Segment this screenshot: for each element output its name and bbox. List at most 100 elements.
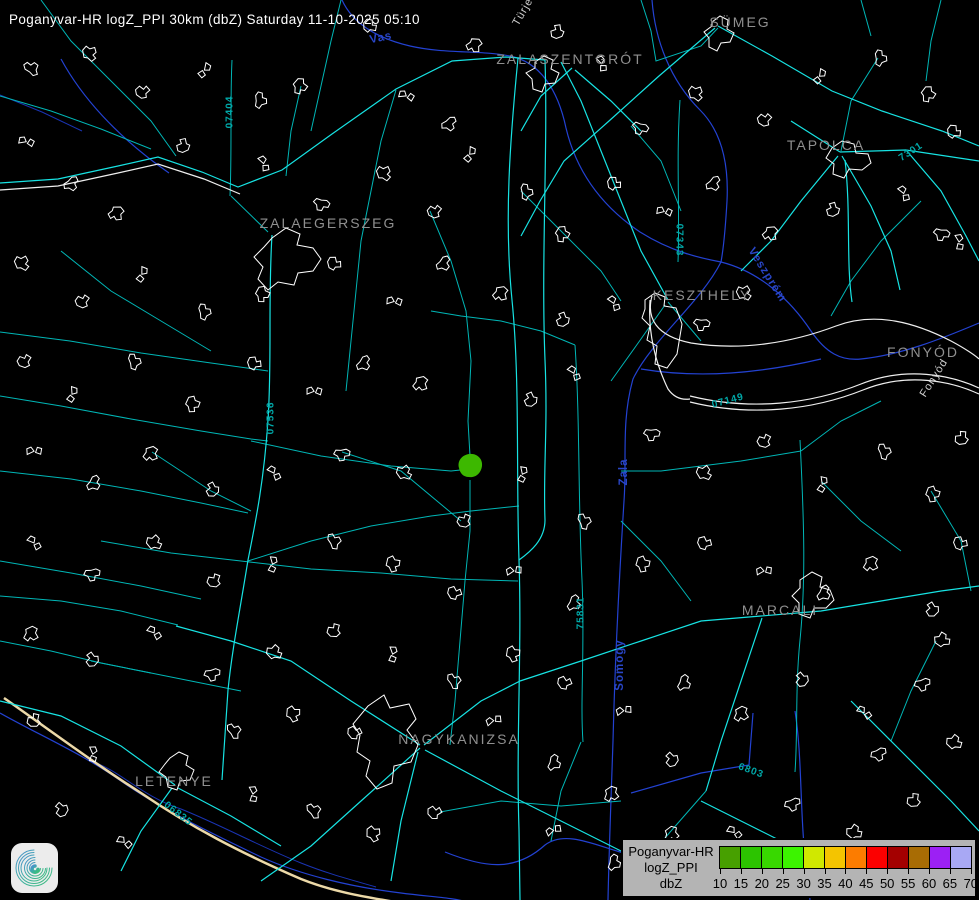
settlement-glyph xyxy=(566,365,582,381)
radar-map-canvas xyxy=(0,0,979,900)
settlement-glyph xyxy=(817,585,830,600)
settlement-glyph xyxy=(17,132,36,151)
settlement-glyph xyxy=(53,802,70,819)
settlement-glyph xyxy=(860,554,881,575)
map-label-counties: Zala xyxy=(618,458,630,485)
settlement-glyph xyxy=(74,293,90,309)
legend-station-name: Poganyvar-HR xyxy=(628,844,713,860)
legend-color-cell xyxy=(846,847,866,868)
settlement-glyph xyxy=(107,205,126,223)
settlement-glyph xyxy=(313,195,331,212)
settlement-glyph xyxy=(267,466,282,481)
settlement-glyph xyxy=(913,673,933,693)
settlement-glyph xyxy=(326,623,340,637)
settlement-glyph xyxy=(923,601,941,619)
settlement-glyph xyxy=(905,792,921,808)
settlement-glyph xyxy=(513,464,532,483)
spiral-cyclone-icon xyxy=(14,846,55,890)
settlement-glyph xyxy=(731,704,752,725)
settlement-glyph xyxy=(461,145,479,163)
legend-tick-mark xyxy=(971,869,972,874)
settlement-glyph xyxy=(83,564,103,583)
settlement-glyph xyxy=(397,86,416,105)
white-road-layer xyxy=(0,164,979,410)
settlement-glyph xyxy=(869,743,888,763)
settlement-glyph xyxy=(445,583,463,601)
legend-colorbar xyxy=(719,846,972,869)
legend-color-cell xyxy=(783,847,803,868)
settlement-glyph xyxy=(521,391,539,409)
settlement-glyph xyxy=(484,711,503,730)
settlement-glyph xyxy=(203,664,223,684)
map-label-counties: Somogy xyxy=(614,639,626,690)
settlement-glyph xyxy=(224,722,243,740)
legend-tick-label: 50 xyxy=(880,876,894,891)
settlement-glyph xyxy=(757,434,771,448)
settlement-glyph xyxy=(823,201,841,219)
legend-tick-mark xyxy=(929,869,930,874)
legend-station-info: Poganyvar-HR logZ_PPI dbZ xyxy=(623,840,719,896)
map-label-places: SÜMEG xyxy=(709,14,770,30)
settlement-glyph xyxy=(144,532,165,553)
settlement-glyph xyxy=(686,83,706,104)
legend-tick-label: 20 xyxy=(755,876,769,891)
settlement-glyph xyxy=(553,311,571,329)
settlement-glyph xyxy=(124,351,144,371)
provider-logo xyxy=(11,843,58,893)
settlement-glyph xyxy=(695,533,713,551)
settlement-glyph xyxy=(654,202,674,222)
settlement-glyph xyxy=(705,174,722,192)
settlement-glyph xyxy=(944,732,965,752)
settlement-glyph xyxy=(614,701,633,720)
legend-tick-mark xyxy=(950,869,951,874)
legend-tick-mark xyxy=(741,869,742,874)
map-label-roads: 07343 xyxy=(674,224,685,257)
settlement-glyph xyxy=(285,705,302,723)
settlement-glyph xyxy=(356,354,371,371)
settlement-glyph xyxy=(636,556,650,572)
radar-viewer: { "title": "Poganyvar-HR logZ_PPI 30km (… xyxy=(0,0,979,900)
legend-scale: 10152025303540455055606570 xyxy=(719,869,972,895)
map-label-places: MARCALI xyxy=(742,602,818,618)
settlement-glyph xyxy=(173,137,191,155)
settlement-glyph xyxy=(953,430,969,446)
settlement-glyph xyxy=(632,119,650,135)
legend-color-cell xyxy=(867,847,887,868)
settlement-glyph xyxy=(545,821,563,839)
map-label-places: KESZTHELY xyxy=(653,287,752,303)
settlement-glyph xyxy=(207,574,220,587)
legend-tick-label: 60 xyxy=(922,876,936,891)
settlement-glyph xyxy=(185,395,201,413)
legend-tick-mark xyxy=(908,869,909,874)
settlement-glyph xyxy=(323,531,343,550)
settlement-glyph xyxy=(951,534,969,552)
settlement-glyph xyxy=(754,561,774,581)
settlement-glyph xyxy=(133,83,150,100)
legend-color-cell xyxy=(762,847,782,868)
legend-panel: Poganyvar-HR logZ_PPI dbZ 10152025303540… xyxy=(621,838,977,898)
settlement-glyph xyxy=(548,23,566,41)
settlement-glyph xyxy=(811,68,828,85)
legend-tick-mark xyxy=(783,869,784,874)
settlement-glyph xyxy=(573,511,593,530)
settlement-glyph xyxy=(194,301,214,321)
settlement-glyph xyxy=(365,824,383,843)
legend-product-name: logZ_PPI xyxy=(644,860,697,876)
settlement-glyph xyxy=(325,254,342,271)
legend-tick-label: 15 xyxy=(734,876,748,891)
settlement-glyph xyxy=(643,424,662,443)
settlement-glyph xyxy=(386,556,401,573)
legend-tick-label: 45 xyxy=(859,876,873,891)
legend-tick-label: 65 xyxy=(943,876,957,891)
settlement-glyph xyxy=(555,673,573,691)
settlement-glyph xyxy=(83,744,103,764)
settlement-glyph xyxy=(12,252,33,273)
map-label-roads: 75831 xyxy=(576,597,587,630)
legend-tick-mark xyxy=(720,869,721,874)
settlement-glyph xyxy=(663,751,680,768)
legend-tick-label: 70 xyxy=(964,876,978,891)
settlement-glyph xyxy=(264,642,285,662)
settlement-glyph xyxy=(605,853,622,871)
legend-tick-mark xyxy=(762,869,763,874)
settlement-glyph xyxy=(27,536,41,550)
